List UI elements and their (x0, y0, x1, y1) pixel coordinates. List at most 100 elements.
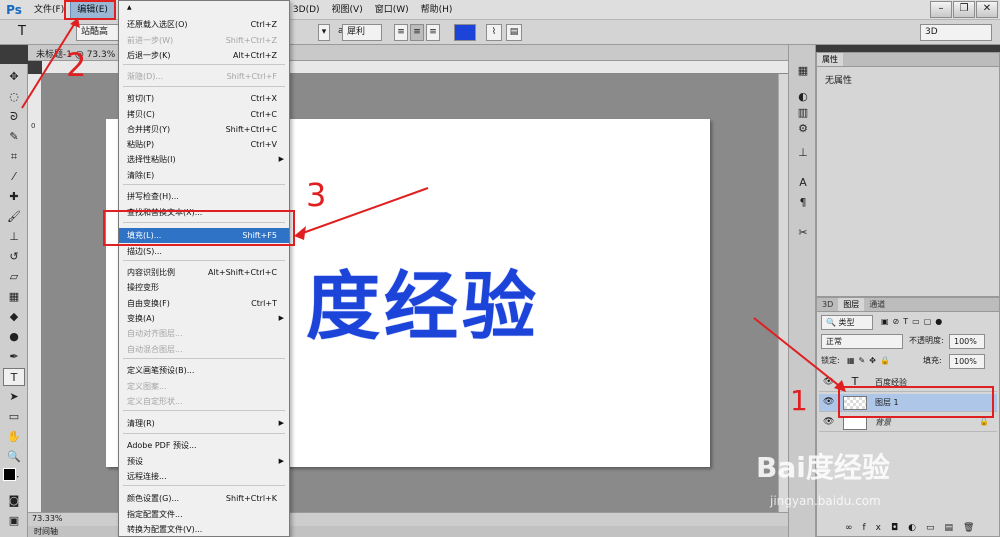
menu-item[interactable]: 颜色设置(G)... Shift+Ctrl+K (119, 491, 289, 506)
history-brush-tool-icon[interactable]: ↺ (3, 248, 25, 266)
eye-icon[interactable]: 👁 (823, 377, 834, 387)
layer-filter-icons[interactable]: ▣⊘T▭▢● (881, 314, 946, 330)
warp-text-icon[interactable]: ⌇ (486, 24, 502, 41)
menu-item[interactable]: 粘贴(P) Ctrl+V (119, 137, 289, 152)
character-panel-icon[interactable]: ▤ (506, 24, 522, 41)
minimize-icon[interactable]: – (930, 1, 952, 18)
menu-item-label: 操控变形 (127, 283, 159, 292)
menu-window[interactable]: 窗口(W) (369, 0, 415, 20)
menu-item-shortcut: Shift+Ctrl+C (225, 125, 277, 134)
menu-item[interactable]: 合并拷贝(Y) Shift+Ctrl+C (119, 122, 289, 137)
opacity-input[interactable]: 100% (949, 334, 985, 349)
menu-item[interactable]: 远程连接... (119, 469, 289, 484)
menu-item[interactable]: 转换为配置文件(V)... (119, 522, 289, 537)
menu-item[interactable]: Adobe PDF 预设... (119, 438, 289, 453)
brush-tool-icon[interactable]: 🖌 (3, 208, 25, 226)
lasso-tool-icon[interactable]: ᘐ (3, 108, 25, 126)
menu-item[interactable]: 指定配置文件... (119, 507, 289, 522)
foreground-color-swatch[interactable] (3, 468, 16, 481)
menu-item-shortcut: Shift+Ctrl+K (225, 494, 277, 503)
zoom-level[interactable]: 73.33% (32, 514, 63, 523)
restore-icon[interactable]: ❐ (953, 1, 975, 18)
menu-item[interactable]: 自由变换(F) Ctrl+T (119, 296, 289, 311)
menu-item[interactable]: 清理(R) ▶ (119, 416, 289, 431)
type-tool-icon-selected[interactable]: T (3, 368, 25, 386)
tab-layers[interactable]: 图层 (838, 298, 865, 311)
lock-label: 锁定: (821, 356, 840, 365)
blend-mode-select[interactable]: 正常 (821, 334, 903, 349)
submenu-arrow-icon: ▶ (278, 457, 284, 465)
layer-actions-bar[interactable]: ∞fx◘◐▭▤🗑 (845, 520, 984, 536)
baidu-watermark: Bai度经验 (756, 451, 890, 484)
menu-item-shortcut: Ctrl+T (251, 299, 277, 308)
type-tool-icon[interactable]: T (14, 24, 36, 41)
layer-kind-filter[interactable]: 🔍 类型 (821, 315, 873, 330)
history-icon[interactable]: ▦ (794, 63, 812, 79)
workspace-select[interactable]: 3D (920, 24, 992, 41)
tab-3d[interactable]: 3D (817, 298, 838, 311)
eye-icon[interactable]: 👁 (823, 397, 834, 407)
align-center-icon[interactable]: ≡ (410, 24, 424, 41)
menu-item[interactable]: 定义画笔预设(B)... (119, 363, 289, 378)
menu-item[interactable]: 拷贝(C) Ctrl+C (119, 107, 289, 122)
healing-tool-icon[interactable]: ✚ (3, 188, 25, 206)
align-right-icon[interactable]: ≡ (426, 24, 440, 41)
menu-item[interactable]: 操控变形 (119, 280, 289, 295)
annotation-step-1: 1 (790, 384, 808, 417)
tab-channels[interactable]: 通道 (864, 298, 890, 311)
lock-icons[interactable]: ▦✎✥🔒 (847, 353, 894, 369)
menu-3d[interactable]: 3D(D) (287, 0, 326, 20)
menu-item[interactable]: 选择性粘贴(I) ▶ (119, 152, 289, 167)
menu-item[interactable]: 描边(S)... (119, 244, 289, 259)
font-family-select[interactable]: 站酷高 (76, 24, 120, 41)
photoshop-logo: Ps (6, 2, 22, 17)
menu-item[interactable]: 清除(E) (119, 168, 289, 183)
menu-view[interactable]: 视图(V) (326, 0, 369, 20)
dodge-tool-icon[interactable]: ● (3, 328, 25, 346)
menu-item-label: 定义图案... (127, 382, 167, 391)
layer-thumbnail (843, 416, 867, 430)
eraser-tool-icon[interactable]: ▱ (3, 268, 25, 286)
text-color-swatch[interactable] (454, 24, 476, 41)
gradient-tool-icon[interactable]: ▦ (3, 288, 25, 306)
menu-item[interactable]: 内容识别比例 Alt+Shift+Ctrl+C (119, 265, 289, 280)
menu-item[interactable]: 还原载入选区(O) Ctrl+Z (119, 17, 289, 32)
move-tool-icon[interactable]: ✥ (3, 68, 25, 86)
menu-item[interactable]: 拼写检查(H)... (119, 189, 289, 204)
paragraph-icon[interactable]: ¶ (794, 195, 812, 211)
eyedropper-tool-icon[interactable]: ⁄ (3, 168, 25, 186)
swatches-icon[interactable]: ▥ (794, 105, 812, 121)
adjustments-icon[interactable]: ⚙ (794, 121, 812, 137)
eye-icon[interactable]: 👁 (823, 417, 834, 427)
menu-scroll-up-icon[interactable]: ▲ (119, 2, 289, 14)
menu-separator (123, 86, 285, 87)
path-select-tool-icon[interactable]: ➤ (3, 388, 25, 406)
tab-properties[interactable]: 属性 (817, 53, 843, 66)
pen-tool-icon[interactable]: ✒ (3, 348, 25, 366)
menu-item[interactable]: 变换(A) ▶ (119, 311, 289, 326)
crop-tool-icon[interactable]: ⌗ (3, 148, 25, 166)
font-size-dropdown[interactable]: ▾ (318, 24, 330, 41)
shape-tool-icon[interactable]: ▭ (3, 408, 25, 426)
close-icon[interactable]: ✕ (976, 1, 998, 18)
menu-item[interactable]: 剪切(T) Ctrl+X (119, 91, 289, 106)
brush-panel-icon[interactable]: ⊥ (794, 145, 812, 161)
menu-item[interactable]: 预设 ▶ (119, 454, 289, 469)
character-icon[interactable]: A (794, 175, 812, 191)
stamp-tool-icon[interactable]: ⊥ (3, 228, 25, 246)
zoom-tool-icon[interactable]: 🔍 (3, 448, 25, 466)
screen-mode-icon[interactable]: ▣ (3, 512, 25, 530)
menu-help[interactable]: 帮助(H) (415, 0, 459, 20)
quick-select-tool-icon[interactable]: ✎ (3, 128, 25, 146)
hand-tool-icon[interactable]: ✋ (3, 428, 25, 446)
tools-panel: ✥ ◌ ᘐ ✎ ⌗ ⁄ ✚ 🖌 ⊥ ↺ ▱ ▦ ◆ ● ✒ T ➤ ▭ ✋ 🔍 … (0, 64, 28, 537)
quick-mask-icon[interactable]: ◙ (3, 492, 25, 510)
align-left-icon[interactable]: ≡ (394, 24, 408, 41)
color-icon[interactable]: ◐ (794, 89, 812, 105)
tools-preset-icon[interactable]: ✂ (794, 225, 812, 241)
antialias-select[interactable]: 犀利 (342, 24, 382, 41)
menu-item[interactable]: 后退一步(K) Alt+Ctrl+Z (119, 48, 289, 63)
marquee-tool-icon[interactable]: ◌ (3, 88, 25, 106)
fill-input[interactable]: 100% (949, 354, 985, 369)
blur-tool-icon[interactable]: ◆ (3, 308, 25, 326)
